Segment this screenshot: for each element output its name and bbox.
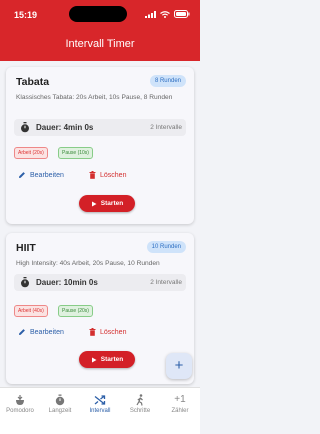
- delete-label: Löschen: [100, 171, 127, 179]
- add-timer-button[interactable]: +: [166, 353, 192, 379]
- nav-label: Schritte: [129, 408, 151, 414]
- rounds-badge: 10 Runden: [146, 241, 186, 253]
- intervals-count: 2 Intervalle: [150, 124, 182, 131]
- bottom-nav: Pomodoro Langzeit Intervall Schritte +1 …: [0, 387, 200, 434]
- wifi-icon: [160, 10, 170, 18]
- play-icon: [91, 357, 97, 362]
- shuffle-icon: [94, 395, 106, 405]
- plus-one-icon: +1: [174, 394, 186, 405]
- nav-label: Zähler: [171, 408, 189, 414]
- duration-text: Dauer: 10min 0s: [36, 278, 98, 287]
- work-chip: Arbeit (20s): [14, 147, 48, 159]
- trash-icon: [89, 171, 96, 179]
- delete-label: Löschen: [100, 328, 127, 336]
- nav-item-intervall[interactable]: Intervall: [80, 388, 120, 434]
- nav-item-zaehler[interactable]: +1 Zähler: [160, 388, 200, 434]
- delete-button[interactable]: Löschen: [89, 328, 126, 336]
- nav-item-pomodoro[interactable]: Pomodoro: [0, 388, 40, 434]
- timer-icon: [21, 277, 29, 288]
- signal-icon: [145, 10, 156, 18]
- duration-box: Dauer: 4min 0s 2 Intervalle: [14, 119, 186, 136]
- nav-label: Intervall: [89, 408, 111, 414]
- start-label: Starten: [100, 356, 124, 363]
- pencil-icon: [19, 329, 25, 335]
- pomodoro-icon: [16, 395, 24, 405]
- pause-chip: Pause (10s): [58, 147, 93, 159]
- walking-icon: [136, 394, 143, 406]
- start-label: Starten: [100, 200, 124, 207]
- start-button[interactable]: Starten: [79, 195, 135, 212]
- timer-name: Tabata: [16, 76, 50, 88]
- edit-label: Bearbeiten: [30, 171, 64, 179]
- edit-button[interactable]: Bearbeiten: [18, 171, 64, 179]
- edit-label: Bearbeiten: [30, 328, 64, 336]
- work-chip: Arbeit (40s): [14, 305, 48, 317]
- play-icon: [91, 201, 97, 206]
- status-time: 15:19: [14, 10, 38, 20]
- stopwatch-icon: [55, 394, 65, 406]
- delete-button[interactable]: Löschen: [89, 171, 126, 179]
- app-title: Intervall Timer: [65, 38, 135, 50]
- duration-text: Dauer: 4min 0s: [36, 123, 94, 132]
- edit-button[interactable]: Bearbeiten: [18, 328, 64, 336]
- timer-name: HIIT: [16, 242, 36, 254]
- status-icons: [145, 10, 190, 18]
- rounds-badge: 8 Runden: [149, 75, 186, 87]
- duration-box: Dauer: 10min 0s 2 Intervalle: [14, 274, 186, 291]
- dynamic-island: [69, 6, 127, 22]
- nav-item-langzeit[interactable]: Langzeit: [40, 388, 80, 434]
- nav-item-schritte[interactable]: Schritte: [120, 388, 160, 434]
- timer-description: High Intensity: 40s Arbeit, 20s Pause, 1…: [16, 260, 160, 267]
- pause-chip: Pause (20s): [58, 305, 93, 317]
- trash-icon: [89, 328, 96, 336]
- timer-card-tabata: Tabata 8 Runden Klassisches Tabata: 20s …: [6, 67, 194, 224]
- pencil-icon: [19, 172, 25, 178]
- intervals-count: 2 Intervalle: [150, 279, 182, 286]
- app-header: 15:19 Intervall Timer: [0, 0, 200, 61]
- nav-label: Langzeit: [48, 408, 72, 414]
- nav-label: Pomodoro: [6, 408, 34, 414]
- timer-icon: [21, 122, 29, 133]
- start-button[interactable]: Starten: [79, 351, 135, 368]
- battery-icon: [174, 10, 190, 18]
- timer-description: Klassisches Tabata: 20s Arbeit, 10s Paus…: [16, 94, 173, 101]
